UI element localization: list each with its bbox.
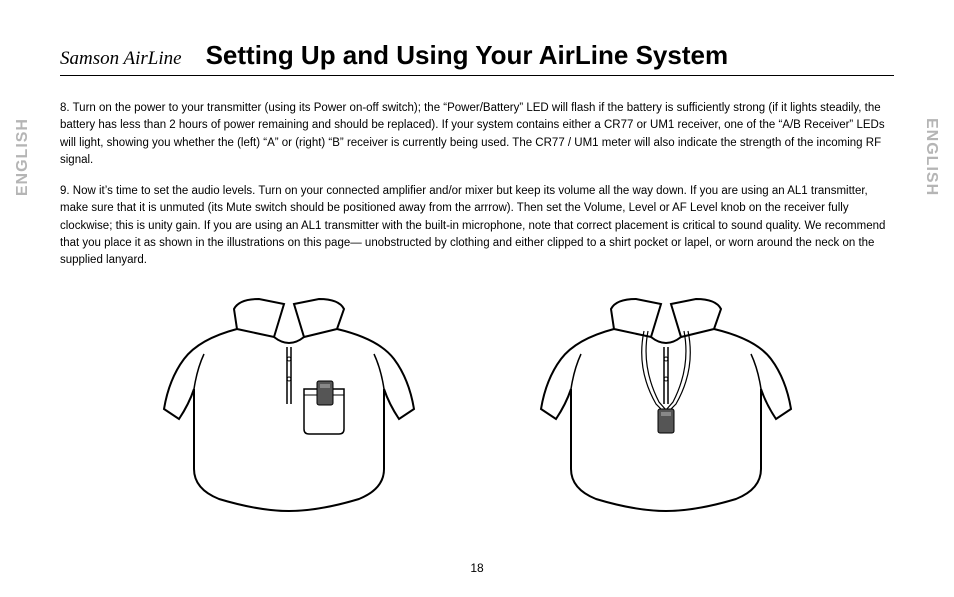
shirt-clip-illustration [139,289,439,519]
lanyard-illustration [516,289,816,519]
page-header: Samson AirLine Setting Up and Using Your… [60,40,894,76]
instruction-step-9: 9. Now it’s time to set the audio levels… [60,183,894,269]
language-label-right: ENGLISH [922,118,940,196]
page-number: 18 [470,561,483,575]
page-container: ENGLISH ENGLISH Samson AirLine Setting U… [0,0,954,597]
page-title: Setting Up and Using Your AirLine System [206,40,728,71]
figures-row [60,289,894,519]
brand-name: Samson AirLine [60,48,182,70]
instruction-step-8: 8. Turn on the power to your transmitter… [60,100,894,169]
language-label-left: ENGLISH [14,118,32,196]
